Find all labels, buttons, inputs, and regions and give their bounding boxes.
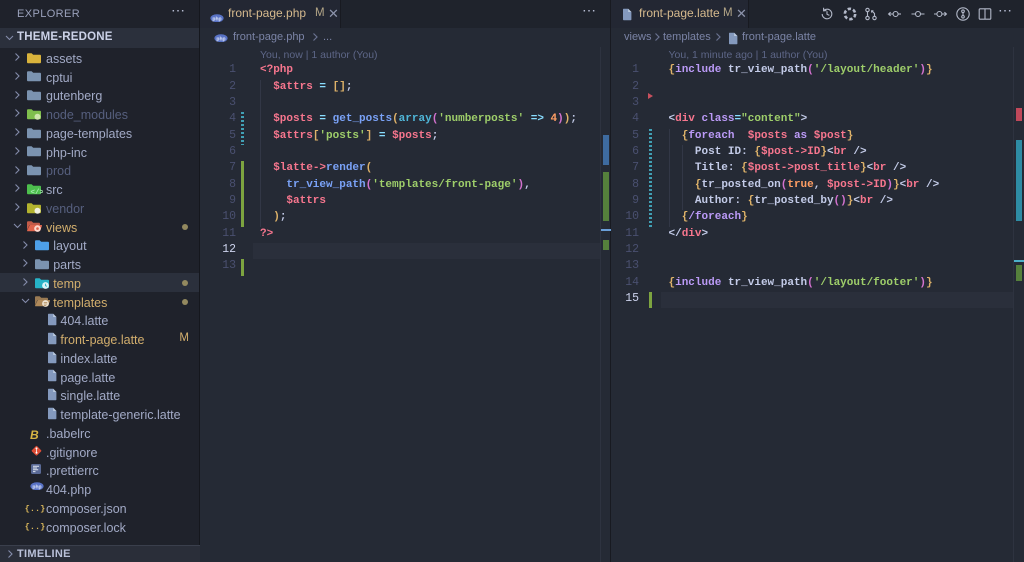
svg-text:php: php bbox=[212, 16, 221, 22]
svg-text:{..}: {..} bbox=[25, 522, 45, 532]
svg-text:{..}: {..} bbox=[25, 504, 45, 514]
svg-text:php: php bbox=[216, 36, 225, 42]
svg-text:php: php bbox=[32, 484, 41, 490]
svg-text:</>: </> bbox=[31, 189, 43, 196]
